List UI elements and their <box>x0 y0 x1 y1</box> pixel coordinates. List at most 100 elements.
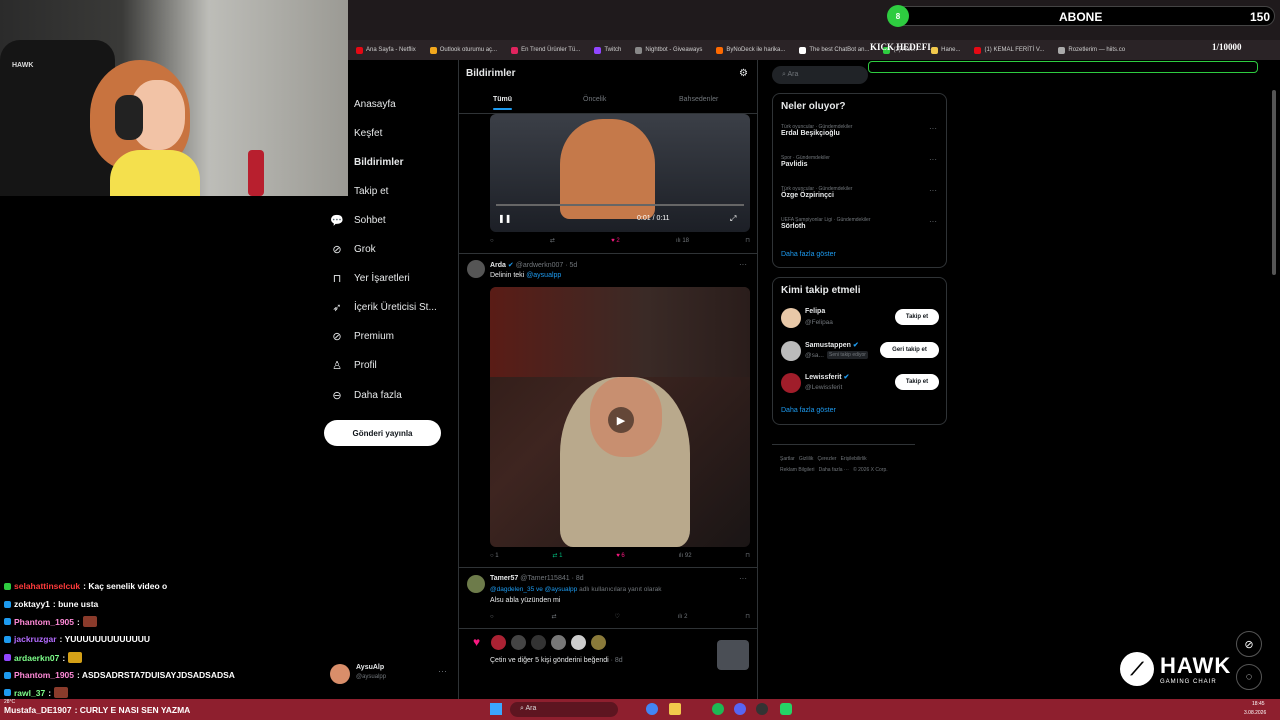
mention-link[interactable]: @aysualpp <box>526 272 561 279</box>
follow-button[interactable]: Takip et <box>895 374 939 390</box>
more-dots-icon[interactable]: ··· <box>929 186 937 195</box>
tab-all[interactable]: Tümü <box>493 96 513 110</box>
post-handle[interactable]: @ardwerkn007 <box>516 262 564 269</box>
more-dots-icon[interactable]: ··· <box>929 217 937 226</box>
post-author[interactable]: Arda <box>490 262 506 269</box>
taskbar-search[interactable]: ⌕ Ara <box>510 702 618 717</box>
account-switcher[interactable]: AysuAlp @aysualpp ··· <box>330 662 448 688</box>
suggestion-name[interactable]: Lewissferit ✔ <box>805 373 849 381</box>
bookmark-item[interactable]: The best ChatBot an... <box>799 46 869 54</box>
sidebar-item-chat[interactable]: 💬 Sohbet <box>330 213 386 227</box>
avatar[interactable] <box>591 635 606 650</box>
search-input[interactable]: ⌕ Ara <box>772 66 868 84</box>
post-button[interactable]: Gönderi yayınla <box>324 420 441 446</box>
more-dots-icon[interactable]: ··· <box>739 260 747 269</box>
play-icon[interactable]: ▶ <box>608 407 634 433</box>
avatar[interactable] <box>781 308 801 328</box>
bookmark-item[interactable]: Nightbot - Giveaways <box>635 46 702 54</box>
bookmark-icon[interactable]: ⊓ <box>745 237 750 244</box>
avatar[interactable] <box>511 635 526 650</box>
chat-icon: 💬 <box>330 214 344 227</box>
footer-links[interactable]: Reklam Bilgileri Daha fazla ··· © 2026 X… <box>780 467 888 473</box>
more-dots-icon[interactable]: ··· <box>929 124 937 133</box>
like-button[interactable]: ♥ 2 <box>611 238 620 244</box>
bookmark-icon[interactable]: ⊓ <box>745 552 750 559</box>
reply-icon[interactable]: ○ <box>490 614 494 620</box>
sidebar-item-grok[interactable]: ⊘ Grok <box>330 242 375 256</box>
more-dots-icon[interactable]: ··· <box>929 155 937 164</box>
reply-icon[interactable]: ○ 1 <box>490 553 499 559</box>
avatar[interactable] <box>467 260 485 278</box>
bookmark-item[interactable]: Ana Sayfa - Netflix <box>356 46 416 54</box>
reply-icon[interactable]: ○ <box>490 238 494 244</box>
avatar[interactable] <box>467 575 485 593</box>
show-more-link[interactable]: Daha fazla göster <box>781 251 836 258</box>
follow-button[interactable]: Takip et <box>895 309 939 325</box>
repost-icon[interactable]: ⇄ <box>550 237 555 244</box>
sidebar-item-explore[interactable]: Keşfet <box>330 126 382 140</box>
avatar[interactable] <box>781 373 801 393</box>
sidebar-item-creator-studio[interactable]: ➶ İçerik Üreticisi St... <box>330 300 436 314</box>
sidebar-item-premium[interactable]: ⊘ Premium <box>330 329 394 343</box>
avatar[interactable] <box>781 341 801 361</box>
bookmark-icon[interactable]: ⊓ <box>745 613 750 620</box>
bookmark-item[interactable]: Hane... <box>931 46 960 54</box>
bookmark-item[interactable]: Rozetlerim — hiits.co <box>1058 46 1125 54</box>
bookmark-item[interactable]: Twitch <box>594 46 621 54</box>
sidebar-item-more[interactable]: ⊖ Daha fazla <box>330 388 401 402</box>
avatar[interactable] <box>551 635 566 650</box>
spotify-icon[interactable] <box>712 703 724 715</box>
trend-item[interactable]: Türk oyuncular · Gündemdekiler Özge Özpi… <box>781 186 941 199</box>
whatsapp-icon[interactable] <box>780 703 792 715</box>
more-dots-icon[interactable]: ··· <box>739 574 747 583</box>
footer-links[interactable]: Şartlar Gizlilik Çerezler Erişilebilirli… <box>780 456 867 462</box>
obs-icon[interactable] <box>756 703 768 715</box>
views-icon[interactable]: ılı 92 <box>679 553 692 559</box>
mention-link[interactable]: @dagdelen_35 ve @aysualpp <box>490 586 577 593</box>
discord-icon[interactable] <box>734 703 746 715</box>
post-author[interactable]: Tamer57 <box>490 575 518 582</box>
show-more-link[interactable]: Daha fazla göster <box>781 407 836 414</box>
suggestion-name[interactable]: Samustappen ✔ <box>805 341 859 349</box>
avatar[interactable] <box>571 635 586 650</box>
tab-priority[interactable]: Öncelik <box>583 96 606 103</box>
trend-item[interactable]: Spor · Gündemdekiler Pavlidis <box>781 155 941 168</box>
reply-count: 1 <box>495 552 499 559</box>
bookmark-item[interactable]: Outlook oturumu aç... <box>429 46 497 54</box>
sidebar-item-profile[interactable]: ♙ Profil <box>330 358 377 372</box>
settings-icon[interactable]: ⚙ <box>739 68 748 79</box>
bookmark-item[interactable]: En Trend Ürünler Tü... <box>511 46 580 54</box>
messages-float-button[interactable]: ◌ <box>1236 664 1262 690</box>
sidebar-item-bookmarks[interactable]: ⊓ Yer İşaretleri <box>330 271 410 285</box>
sidebar-item-notifications[interactable]: Bildirimler <box>330 155 403 169</box>
sidebar-item-follow[interactable]: Takip et <box>330 184 388 198</box>
page-scrollbar[interactable] <box>1272 90 1276 275</box>
avatar[interactable] <box>491 635 506 650</box>
tab-mentions[interactable]: Bahsedenler <box>679 96 718 103</box>
video-player[interactable]: ▶ <box>490 287 750 547</box>
file-explorer-icon[interactable] <box>669 703 681 715</box>
like-button[interactable]: ♡ <box>614 613 619 620</box>
post-handle[interactable]: @Tamer115841 <box>520 575 569 582</box>
views-icon[interactable]: ılı 2 <box>678 614 688 620</box>
trend-item[interactable]: UEFA Şampiyonlar Ligi · Gündemdekiler Sö… <box>781 217 941 230</box>
pause-icon[interactable]: ❚❚ <box>498 214 511 223</box>
windows-start-icon[interactable] <box>490 703 502 715</box>
repost-icon[interactable]: ⇄ 1 <box>552 552 562 559</box>
chrome-icon[interactable] <box>646 703 658 715</box>
fullscreen-icon[interactable]: ⤢ <box>730 214 736 224</box>
views-icon[interactable]: ılı 18 <box>676 238 689 244</box>
bookmark-item[interactable]: (1) KEMAL FERİTİ V... <box>974 46 1044 54</box>
avatar[interactable] <box>531 635 546 650</box>
like-group-thumbnail[interactable] <box>717 640 749 670</box>
follow-back-button[interactable]: Geri takip et <box>880 342 939 358</box>
grok-float-button[interactable]: ⊘ <box>1236 631 1262 657</box>
sidebar-item-home[interactable]: Anasayfa <box>330 97 396 111</box>
trend-item[interactable]: Türk oyuncular · Gündemdekiler Erdal Beş… <box>781 124 941 137</box>
repost-icon[interactable]: ⇄ <box>552 613 557 620</box>
video-player[interactable]: ❚❚ 0:01 / 0:11 ⤢ <box>490 114 750 232</box>
bookmark-item[interactable]: ByNoDeck ile harika... <box>716 46 785 54</box>
video-progress-bar[interactable] <box>496 204 744 206</box>
suggestion-name[interactable]: Felipa <box>805 308 825 315</box>
like-button[interactable]: ♥ 6 <box>616 553 625 559</box>
